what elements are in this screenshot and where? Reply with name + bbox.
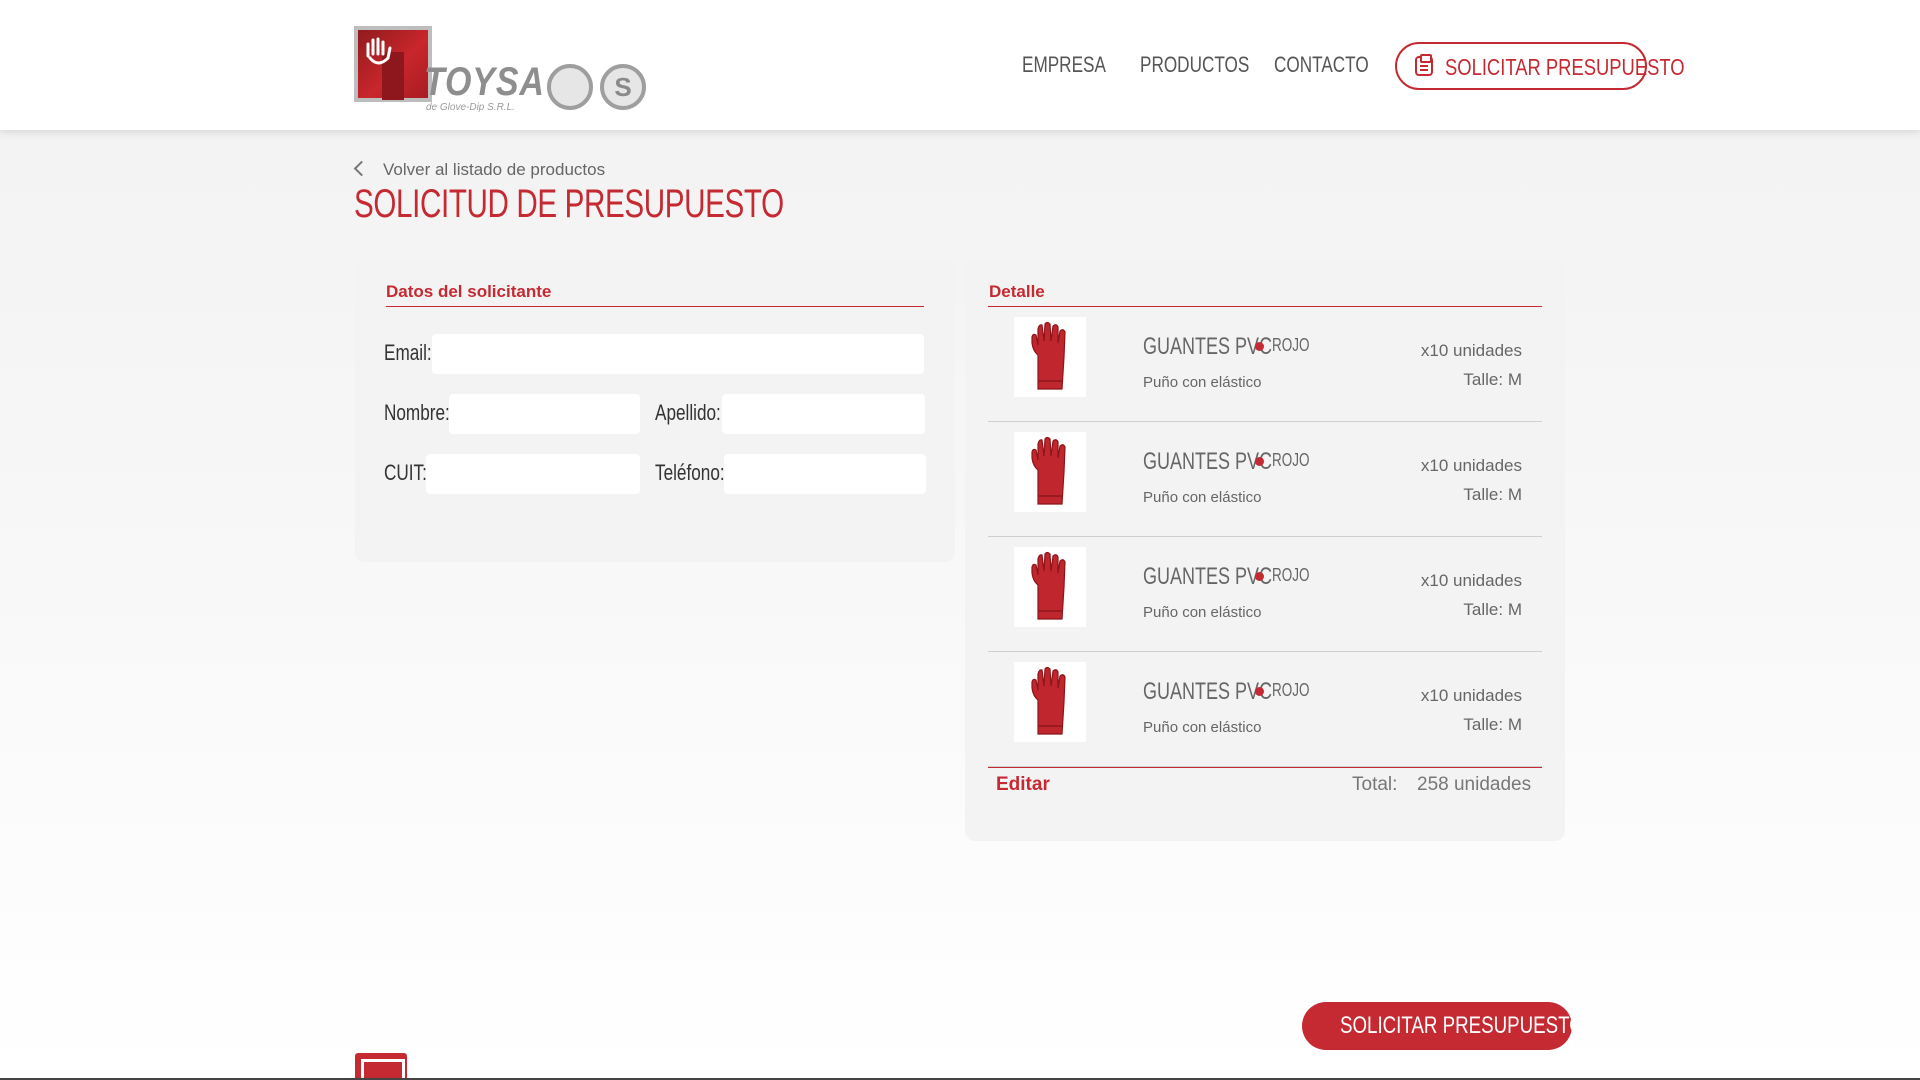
product-thumbnail bbox=[1014, 547, 1086, 627]
nav-contacto[interactable]: CONTACTO bbox=[1274, 52, 1395, 78]
cuit-label: CUIT: bbox=[384, 460, 427, 485]
product-quantity: x10 unidades bbox=[1420, 686, 1522, 705]
glove-image bbox=[1031, 551, 1066, 620]
product-description: Puño con elástico bbox=[1143, 489, 1262, 506]
product-color: ROJO bbox=[1272, 335, 1310, 355]
iram-seal-icon bbox=[547, 64, 593, 110]
product-name: GUANTES PVC bbox=[1143, 678, 1273, 705]
product-color: ROJO bbox=[1272, 680, 1310, 700]
page-title: SOLICITUD DE PRESUPUESTO bbox=[354, 182, 784, 226]
site-header: TOYSA de Glove-Dip S.R.L. S EMPRESA PROD… bbox=[0, 0, 1920, 130]
product-quantity: x10 unidades bbox=[1420, 341, 1522, 360]
nombre-label: Nombre: bbox=[384, 400, 450, 425]
telefono-field[interactable] bbox=[724, 454, 926, 494]
product-color: ROJO bbox=[1272, 565, 1310, 585]
logo-mark bbox=[354, 26, 432, 102]
applicant-section-divider bbox=[386, 306, 924, 307]
color-dot-icon bbox=[1255, 572, 1264, 581]
telefono-label: Teléfono: bbox=[655, 460, 725, 485]
product-size: Talle: M bbox=[1463, 370, 1522, 389]
product-description: Puño con elástico bbox=[1143, 604, 1262, 621]
nombre-field[interactable] bbox=[449, 394, 640, 434]
s-seal-icon: S bbox=[600, 64, 646, 110]
color-dot-icon bbox=[1255, 457, 1264, 466]
nav-empresa[interactable]: EMPRESA bbox=[1022, 52, 1130, 78]
product-color: ROJO bbox=[1272, 450, 1310, 470]
product-name: GUANTES PVC bbox=[1143, 563, 1273, 590]
solicitar-presupuesto-nav-label: SOLICITAR PRESUPUESTO bbox=[1445, 54, 1685, 80]
product-thumbnail bbox=[1014, 317, 1086, 397]
product-row: GUANTES PVC ROJO Puño con elástico x10 unid… bbox=[988, 307, 1542, 422]
cuit-field[interactable] bbox=[426, 454, 640, 494]
glove-image bbox=[1031, 321, 1066, 390]
nav-productos-label: PRODUCTOS bbox=[1140, 52, 1250, 77]
product-name: GUANTES PVC bbox=[1143, 448, 1273, 475]
nav-empresa-label: EMPRESA bbox=[1022, 52, 1106, 77]
back-link-label: Volver al listado de productos bbox=[383, 160, 606, 179]
apellido-label: Apellido: bbox=[655, 400, 721, 425]
brand-subtitle: de Glove-Dip S.R.L. bbox=[426, 102, 515, 113]
product-size: Talle: M bbox=[1463, 715, 1522, 734]
applicant-section-title: Datos del solicitante bbox=[386, 282, 552, 301]
email-field[interactable] bbox=[432, 334, 924, 374]
product-row: GUANTES PVC ROJO Puño con elástico x10 unid… bbox=[988, 652, 1542, 767]
product-quantity: x10 unidades bbox=[1420, 456, 1522, 475]
detail-section-title: Detalle bbox=[989, 282, 1045, 301]
brand-name: TOYSA bbox=[424, 60, 545, 104]
glove-image bbox=[1031, 666, 1066, 735]
product-thumbnail bbox=[1014, 432, 1086, 512]
brand-logo[interactable]: TOYSA de Glove-Dip S.R.L. bbox=[354, 24, 544, 114]
color-dot-icon bbox=[1255, 687, 1264, 696]
email-label: Email: bbox=[384, 340, 432, 365]
product-name: GUANTES PVC bbox=[1143, 333, 1273, 360]
total-label: Total: bbox=[1352, 774, 1398, 795]
back-link[interactable]: Volver al listado de productos bbox=[353, 160, 606, 180]
product-size: Talle: M bbox=[1463, 485, 1522, 504]
footer-logo bbox=[355, 1053, 407, 1080]
product-row: GUANTES PVC ROJO Puño con elástico x10 unid… bbox=[988, 422, 1542, 537]
chevron-left-icon bbox=[353, 160, 370, 177]
apellido-field[interactable] bbox=[722, 394, 925, 434]
submit-button-label: SOLICITAR PRESUPUESTO bbox=[1340, 1012, 1584, 1039]
color-dot-icon bbox=[1255, 342, 1264, 351]
edit-link[interactable]: Editar bbox=[996, 774, 1050, 796]
nav-productos[interactable]: PRODUCTOS bbox=[1140, 52, 1280, 78]
hand-icon bbox=[366, 37, 392, 65]
solicitar-presupuesto-submit-button[interactable]: SOLICITAR PRESUPUESTO bbox=[1302, 1002, 1584, 1050]
detail-total-divider bbox=[988, 767, 1542, 768]
clipboard-icon bbox=[1415, 54, 1433, 76]
glove-image bbox=[1031, 436, 1066, 505]
product-thumbnail bbox=[1014, 662, 1086, 742]
product-size: Talle: M bbox=[1463, 600, 1522, 619]
product-quantity: x10 unidades bbox=[1420, 571, 1522, 590]
nav-contacto-label: CONTACTO bbox=[1274, 52, 1369, 77]
solicitar-presupuesto-nav-button[interactable]: SOLICITAR PRESUPUESTO bbox=[1395, 42, 1685, 90]
total-value: 258 unidades bbox=[1417, 774, 1532, 795]
product-description: Puño con elástico bbox=[1143, 374, 1262, 391]
product-description: Puño con elástico bbox=[1143, 719, 1262, 736]
product-row: GUANTES PVC ROJO Puño con elástico x10 unid… bbox=[988, 537, 1542, 652]
